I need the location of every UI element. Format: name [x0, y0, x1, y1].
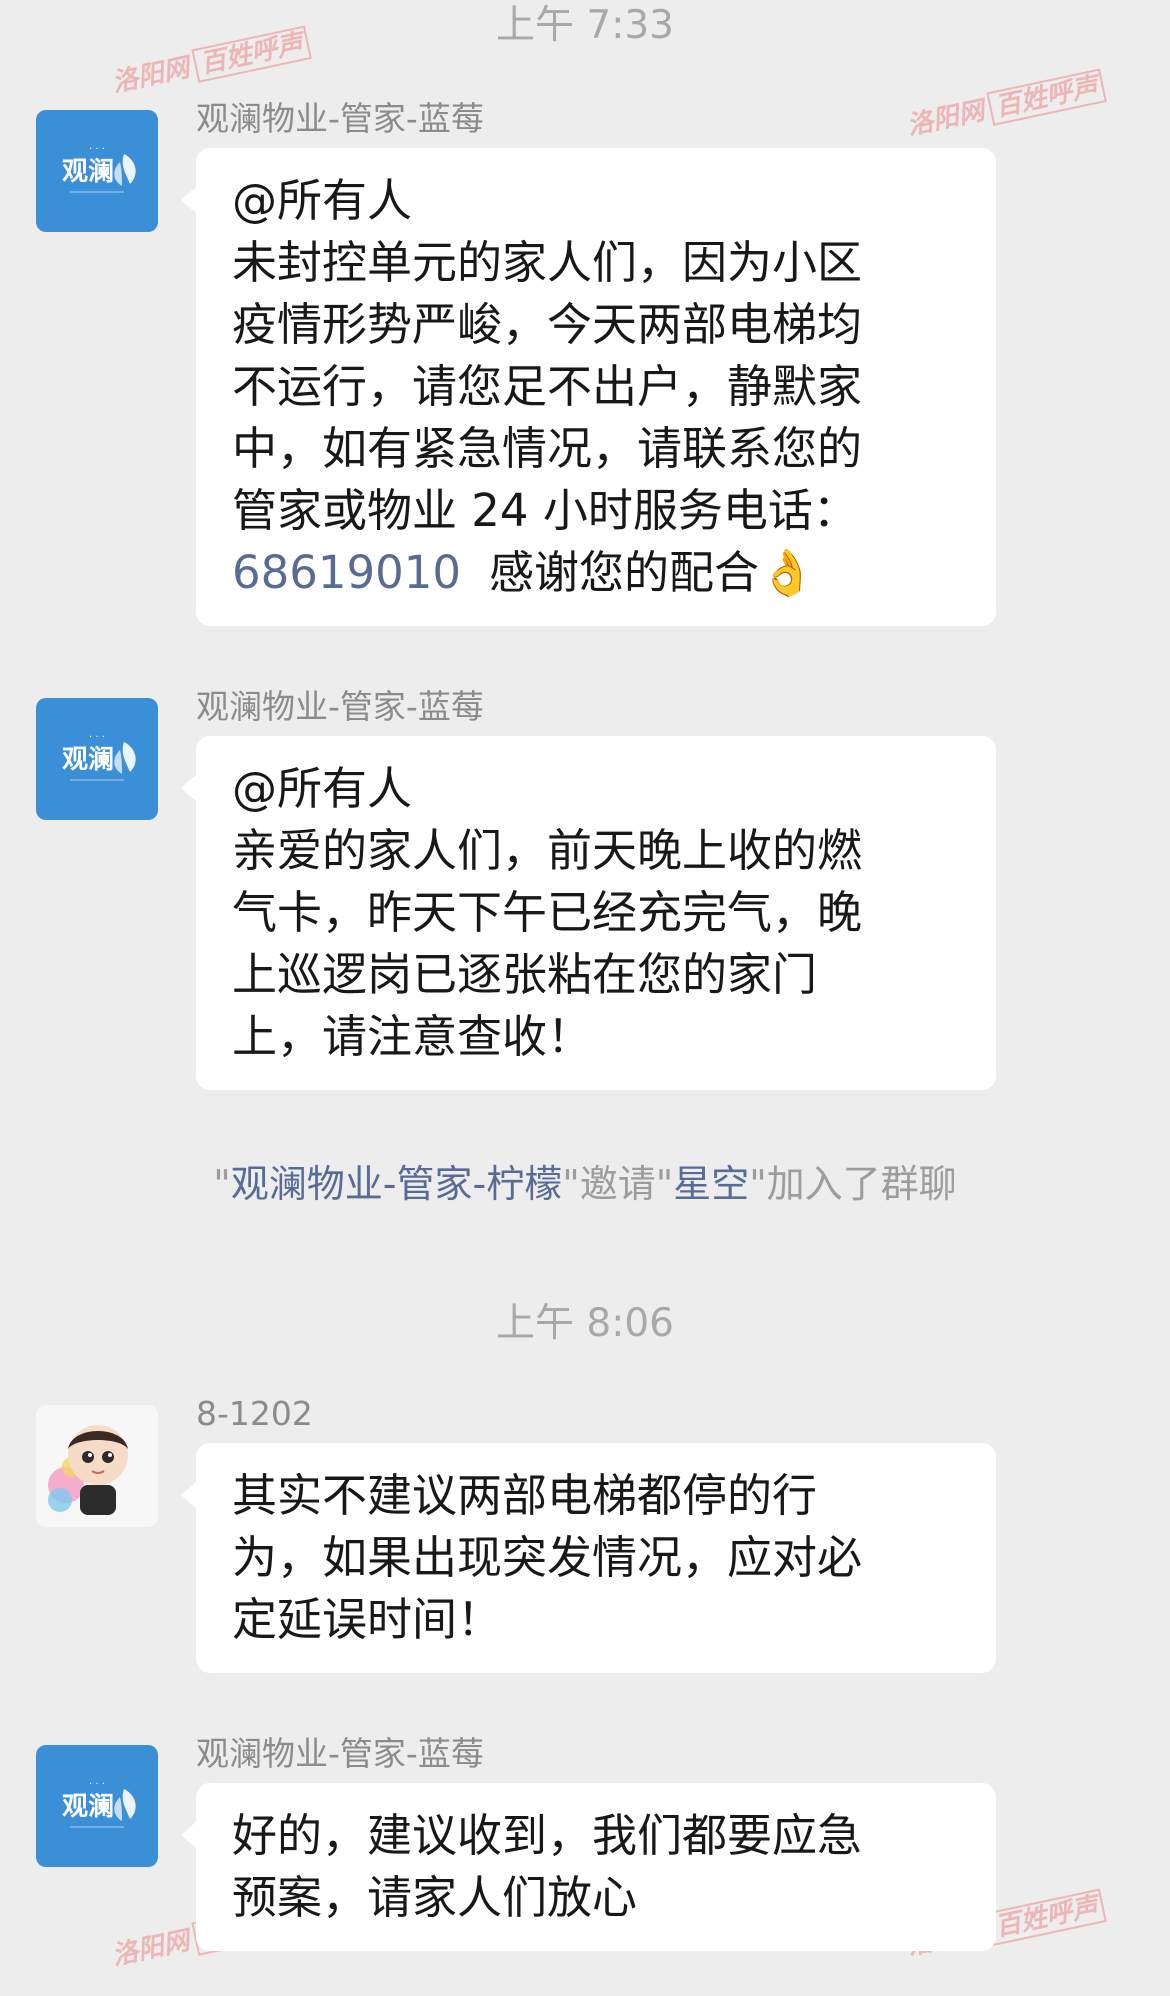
message-line: 为，如果出现突发情况，应对必 — [232, 1531, 863, 1584]
guanlan-logo-avatar[interactable]: · · · 观澜 — [36, 698, 158, 820]
message-bubble[interactable]: 其实不建议两部电梯都停的行 为，如果出现突发情况，应对必 定延误时间！ — [181, 1443, 996, 1673]
message-line: 上，请注意查收！ — [232, 1010, 593, 1063]
svg-text:观澜: 观澜 — [62, 157, 114, 187]
sender-name: 观澜物业-管家-蓝莓 — [196, 1734, 484, 1773]
svg-text:· · ·: · · · — [89, 732, 105, 743]
guanlan-logo-avatar[interactable]: · · · 观澜 — [36, 1745, 158, 1867]
child-cartoon-avatar[interactable] — [36, 1405, 158, 1527]
guanlan-logo-icon: · · · 观澜 — [62, 144, 136, 193]
message-bubble[interactable]: 好的，建议收到，我们都要应急 预案，请家人们放心 — [181, 1783, 996, 1951]
message-line: 定延误时间！ — [232, 1593, 503, 1646]
message-line: 管家或物业 24 小时服务电话： — [232, 484, 858, 537]
svg-text:观澜: 观澜 — [62, 745, 114, 775]
message-line: @所有人 — [232, 762, 413, 815]
guanlan-logo-avatar[interactable]: · · · 观澜 — [36, 110, 158, 232]
message-line: 预案，请家人们放心 — [232, 1871, 638, 1924]
svg-text:观澜: 观澜 — [62, 1792, 114, 1822]
child-cartoon-icon — [48, 1425, 128, 1515]
message-line: 中，如有紧急情况，请联系您的 — [232, 422, 863, 475]
svg-text:· · ·: · · · — [89, 1779, 105, 1790]
group-join-notice: "观澜物业-管家-柠檬"邀请"星空"加入了群聊 — [213, 1162, 957, 1206]
guanlan-logo-icon: · · · 观澜 — [62, 732, 136, 781]
message-line: 疫情形势严峻，今天两部电梯均 — [232, 298, 863, 351]
timestamp: 上午 7:33 — [496, 3, 674, 48]
message-line: 气卡，昨天下午已经充完气，晚 — [232, 886, 863, 939]
message-line: @所有人 — [232, 174, 413, 227]
sender-name: 观澜物业-管家-蓝莓 — [196, 687, 484, 726]
sender-name: 观澜物业-管家-蓝莓 — [196, 99, 484, 138]
message-bubble[interactable]: @所有人 亲爱的家人们，前天晚上收的燃 气卡，昨天下午已经充完气，晚 上巡逻岗已… — [181, 736, 996, 1090]
phone-number-link[interactable]: 68619010 — [232, 546, 461, 599]
guanlan-logo-icon: · · · 观澜 — [62, 1779, 136, 1828]
message-line: 未封控单元的家人们，因为小区 — [232, 236, 863, 289]
message-line: 不运行，请您足不出户，静默家 — [232, 360, 863, 413]
message-line: 好的，建议收到，我们都要应急 — [232, 1809, 863, 1862]
invitee-link[interactable]: 星空 — [673, 1162, 749, 1206]
message-line: 上巡逻岗已逐张粘在您的家门 — [232, 948, 818, 1001]
timestamp: 上午 8:06 — [496, 1301, 674, 1346]
message-line: 感谢您的配合👌 — [489, 546, 816, 599]
message-line: 亲爱的家人们，前天晚上收的燃 — [232, 824, 863, 877]
watermark: 洛阳网百姓呼声 — [903, 65, 1107, 143]
svg-text:· · ·: · · · — [89, 144, 105, 155]
message-bubble[interactable]: @所有人 未封控单元的家人们，因为小区 疫情形势严峻，今天两部电梯均 不运行，请… — [181, 148, 996, 626]
sender-name: 8-1202 — [196, 1394, 313, 1433]
inviter-link[interactable]: 观澜物业-管家-柠檬 — [231, 1162, 562, 1206]
message-line: 其实不建议两部电梯都停的行 — [232, 1469, 818, 1522]
